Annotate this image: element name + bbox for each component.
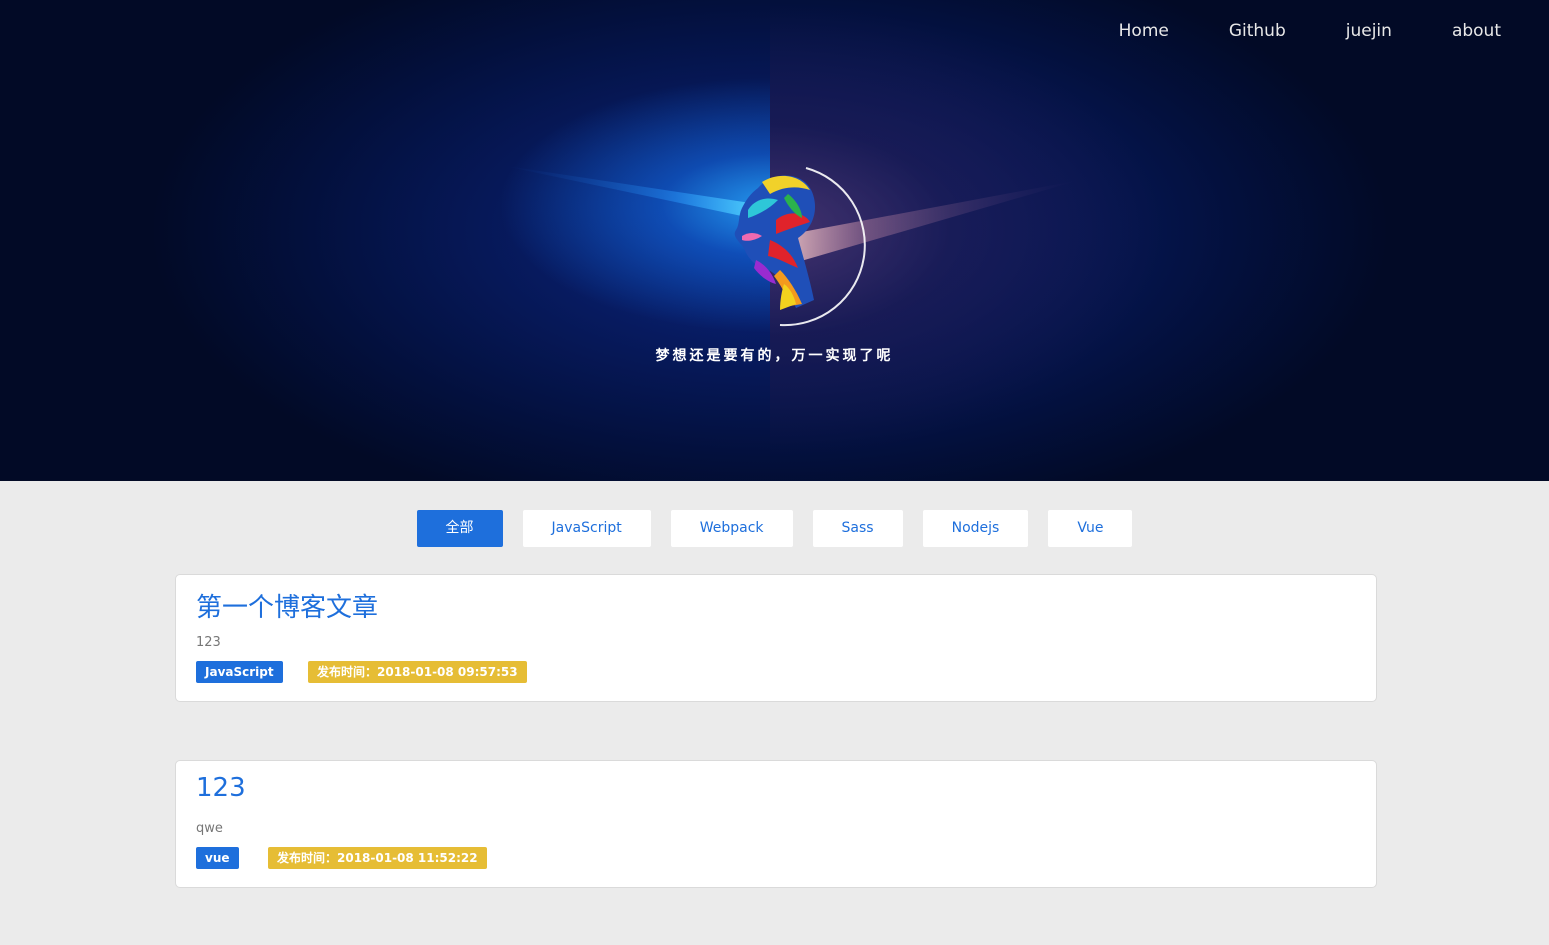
colorful-head-avatar-icon	[734, 167, 866, 327]
filter-javascript-button[interactable]: JavaScript	[522, 510, 651, 547]
filter-webpack-button[interactable]: Webpack	[670, 510, 793, 547]
nav-home-link[interactable]: Home	[1089, 20, 1199, 42]
nav-about-link[interactable]: about	[1422, 20, 1501, 42]
post-category-tag[interactable]: JavaScript	[196, 661, 283, 683]
top-nav: Home Github juejin about	[1089, 20, 1501, 42]
filter-vue-button[interactable]: Vue	[1048, 510, 1133, 547]
nav-github-link[interactable]: Github	[1199, 20, 1316, 42]
post-category-tag[interactable]: vue	[196, 847, 239, 869]
hero-banner: Home Github juejin about 梦想还是要有的，万一实现了呢	[0, 0, 1549, 481]
hero-slogan: 梦想还是要有的，万一实现了呢	[655, 348, 894, 364]
filter-nodejs-button[interactable]: Nodejs	[922, 510, 1029, 547]
post-title-link[interactable]: 第一个博客文章	[196, 587, 378, 624]
filter-all-button[interactable]: 全部	[416, 510, 503, 547]
post-card: 第一个博客文章 123 JavaScript 发布时间：2018-01-08 0…	[175, 574, 1377, 702]
filter-sass-button[interactable]: Sass	[812, 510, 903, 547]
post-summary: qwe	[196, 821, 223, 836]
post-date-badge: 发布时间：2018-01-08 09:57:53	[308, 661, 527, 683]
post-date-badge: 发布时间：2018-01-08 11:52:22	[268, 847, 487, 869]
nav-juejin-link[interactable]: juejin	[1316, 20, 1422, 42]
category-filter-bar: 全部 JavaScript Webpack Sass Nodejs Vue	[0, 510, 1549, 547]
post-card: 123 qwe vue 发布时间：2018-01-08 11:52:22	[175, 760, 1377, 888]
post-summary: 123	[196, 635, 221, 650]
post-title-link[interactable]: 123	[196, 773, 246, 803]
